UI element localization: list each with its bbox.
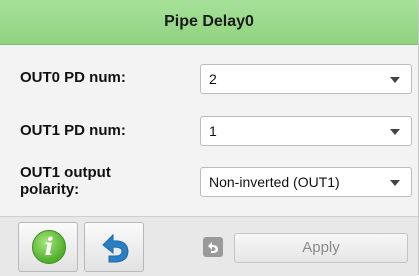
small-undo-icon[interactable] [203, 237, 223, 257]
out1-polarity-label: OUT1 output polarity: [20, 164, 111, 198]
out1-polarity-select[interactable]: Non-inverted (OUT1) [200, 167, 412, 197]
out0-pd-label: OUT0 PD num: [20, 69, 126, 86]
out1-polarity-value: Non-inverted (OUT1) [209, 174, 340, 190]
panel-toolbar: i Apply [0, 216, 418, 276]
out1-pd-label: OUT1 PD num: [20, 122, 126, 139]
apply-button[interactable]: Apply [234, 233, 408, 263]
properties-body: OUT0 PD num: 2 OUT1 PD num: 1 OUT1 outpu… [0, 45, 418, 216]
info-button[interactable]: i [18, 222, 78, 272]
out1-pd-value: 1 [209, 123, 217, 139]
out1-polarity-label-line2: polarity: [20, 181, 80, 198]
out1-pd-select[interactable]: 1 [200, 116, 412, 146]
info-icon: i [32, 230, 66, 264]
out1-polarity-label-line1: OUT1 output [20, 164, 111, 181]
undo-button[interactable] [84, 222, 144, 272]
pipe-delay-properties-panel: Pipe Delay0 OUT0 PD num: 2 OUT1 PD num: … [0, 0, 419, 276]
out0-pd-value: 2 [209, 71, 217, 87]
panel-title: Pipe Delay0 [0, 0, 418, 45]
chevron-down-icon [390, 129, 400, 135]
chevron-down-icon [390, 77, 400, 83]
out0-pd-select[interactable]: 2 [200, 64, 412, 94]
chevron-down-icon [390, 180, 400, 186]
undo-arrow-icon [102, 233, 129, 263]
